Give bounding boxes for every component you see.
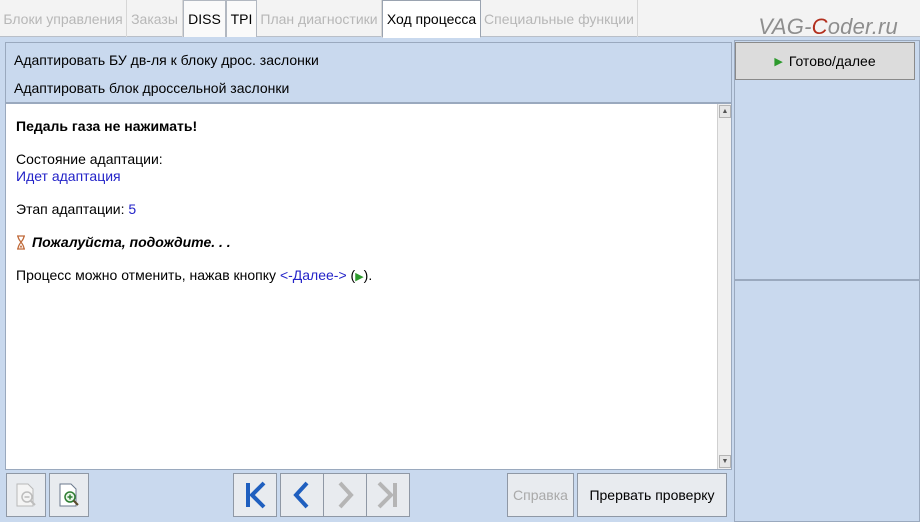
scroll-down-arrow[interactable]: ▼ [719,455,731,468]
adaptation-status: Состояние адаптации: Идет адаптация [16,151,711,185]
cancel-close: ). [363,267,373,283]
skip-first-icon [246,481,266,509]
stage-label: Этап адаптации: [16,201,129,217]
chevron-left-icon [293,481,309,509]
watermark: VAG-Coder.ru [758,14,898,40]
wait-message: Пожалуйста, подождите. . . [16,234,711,251]
play-icon: ▶ [774,55,783,68]
tab-label: Блоки управления [3,10,123,27]
tab-diss[interactable]: DISS [183,0,226,37]
tab-label: DISS [188,11,221,27]
skip-last-icon [377,481,397,509]
tab-special-functions: Специальные функции [481,0,638,37]
status-value: Идет адаптация [16,168,121,184]
scroll-up-arrow[interactable]: ▲ [719,105,731,118]
cancel-link: <-Далее-> [279,267,347,283]
help-button: Справка [507,473,574,517]
tab-process-progress[interactable]: Ход процесса [382,0,481,38]
warning-text: Педаль газа не нажимать! [16,118,198,134]
zoom-in-icon [59,483,79,507]
status-label: Состояние адаптации: [16,151,163,167]
hourglass-icon [17,235,25,250]
right-panel-bottom [734,280,920,522]
watermark-highlight: C [811,14,828,39]
watermark-suffix: oder.ru [827,14,898,39]
content-scrollbar[interactable]: ▲ ▼ [717,104,731,469]
wait-text: Пожалуйста, подождите. . . [32,234,231,250]
tab-diagnostic-plan: План диагностики [257,0,382,37]
zoom-out-icon [16,483,36,507]
done-next-label: Готово/далее [788,53,876,69]
watermark-prefix: VAG- [758,14,812,39]
cancel-hint: Процесс можно отменить, нажав кнопку <-Д… [16,267,711,286]
cancel-open: ( [346,267,356,283]
tab-label: Заказы [131,10,178,27]
tab-orders: Заказы [127,0,183,37]
function-header: Адаптировать БУ дв-ля к блоку дрос. засл… [5,42,732,103]
tab-label: Специальные функции [484,10,634,27]
play-icon: ▶ [355,271,364,283]
tab-label: TPI [230,11,253,27]
next-step-button [323,473,367,517]
tab-bar: Блоки управления Заказы DISS TPI План ди… [0,0,920,40]
process-content: Педаль газа не нажимать! Состояние адапт… [5,103,732,470]
tab-tpi[interactable]: TPI [226,0,257,37]
process-text: Педаль газа не нажимать! Состояние адапт… [16,118,711,286]
first-step-button[interactable] [233,473,277,517]
chevron-right-icon [338,481,354,509]
cancel-prefix: Процесс можно отменить, нажав кнопку [16,267,280,283]
tab-label: Ход процесса [386,11,477,27]
adaptation-stage: Этап адаптации: 5 [16,201,711,218]
zoom-in-button[interactable] [49,473,89,517]
last-step-button [366,473,410,517]
abort-check-button[interactable]: Прервать проверку [577,473,727,517]
done-next-button[interactable]: ▶ Готово/далее [735,42,915,80]
tab-control-units: Блоки управления [0,0,127,37]
stage-value: 5 [128,201,137,217]
function-subtitle: Адаптировать блок дроссельной заслонки [14,80,290,96]
function-title: Адаптировать БУ дв-ля к блоку дрос. засл… [14,52,319,68]
tab-label: План диагностики [260,10,378,27]
previous-step-button[interactable] [280,473,324,517]
zoom-out-button [6,473,46,517]
